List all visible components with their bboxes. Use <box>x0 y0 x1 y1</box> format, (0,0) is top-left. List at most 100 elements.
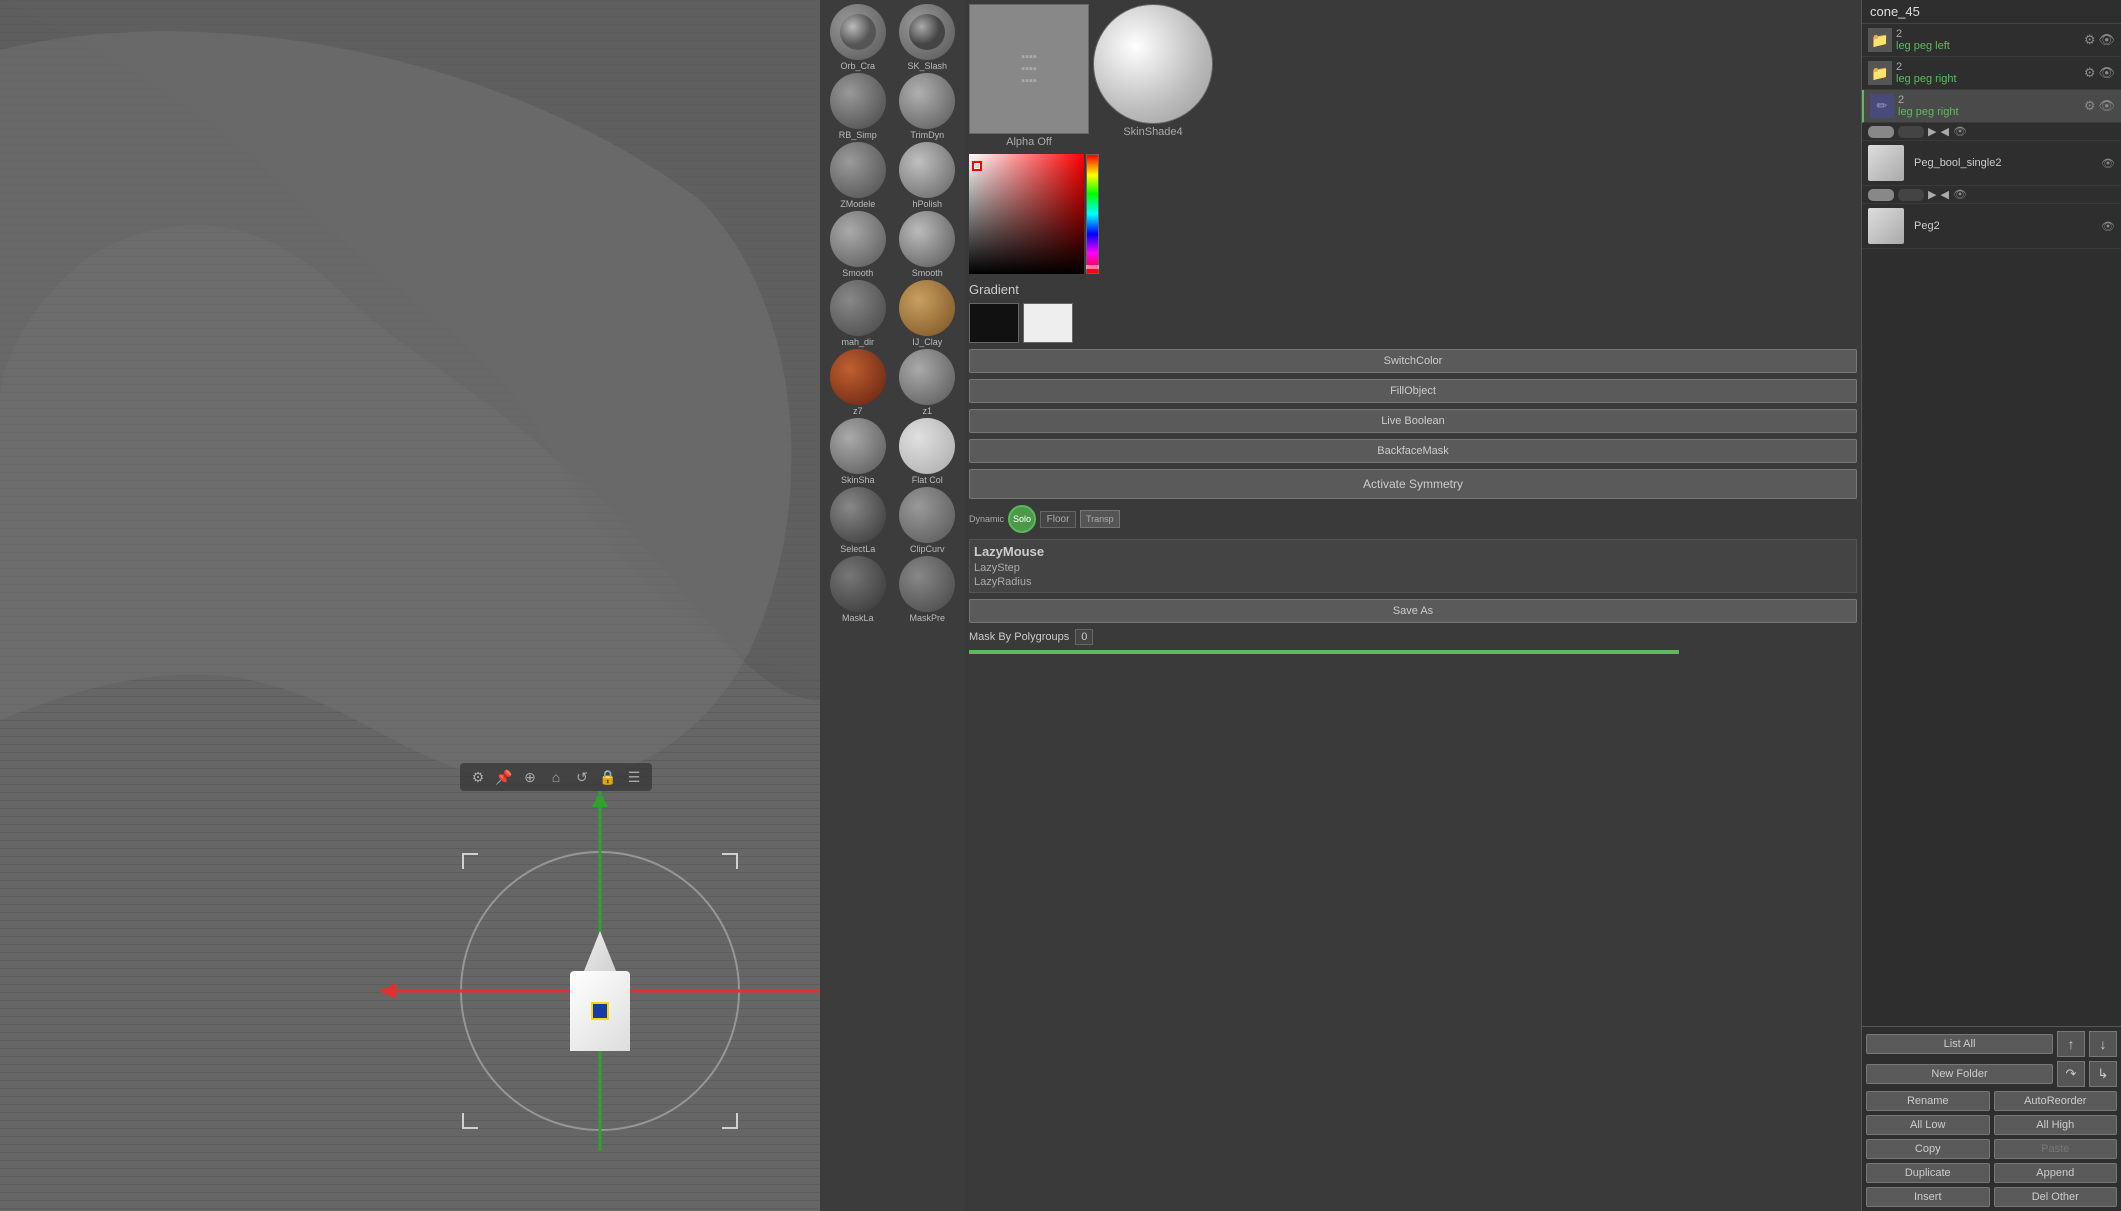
subtool-eye-5[interactable]: 👁 <box>2101 220 2115 233</box>
brush-flat-icon[interactable] <box>899 418 955 474</box>
brush-smooth2[interactable]: Smooth <box>894 211 962 278</box>
brush-maskpre[interactable]: MaskPre <box>894 556 962 623</box>
viewport[interactable]: ⚙ 📌 ⊕ ⌂ ↺ 🔒 ☰ <box>0 0 820 1211</box>
brush-ij[interactable]: IJ_Clay <box>894 280 962 347</box>
brush-selectla[interactable]: SelectLa <box>824 487 892 554</box>
arrow-up-button[interactable]: ↑ <box>2057 1031 2085 1057</box>
brush-trim[interactable]: TrimDyn <box>894 73 962 140</box>
brush-sksha-icon[interactable] <box>830 418 886 474</box>
subtool-eye-1[interactable]: 👁 <box>2098 32 2115 48</box>
list-all-button[interactable]: List All <box>1866 1034 2053 1054</box>
toggle-arrow-3[interactable]: ▶ <box>1928 188 1936 201</box>
fillobject-button[interactable]: FillObject <box>969 379 1857 403</box>
brush-selectla-icon[interactable] <box>830 487 886 543</box>
live-boolean-button[interactable]: Live Boolean <box>969 409 1857 433</box>
brush-clipcurv-icon[interactable] <box>899 487 955 543</box>
brush-mah-icon[interactable] <box>830 280 886 336</box>
subtool-gear-3[interactable]: ⚙ <box>2084 98 2096 114</box>
subtool-leg-peg-left[interactable]: 📁 2 leg peg left ⚙ 👁 <box>1862 24 2121 57</box>
brush-z1[interactable]: z1 <box>894 349 962 416</box>
swatch-black[interactable] <box>969 303 1019 343</box>
backface-mask-button[interactable]: BackfaceMask <box>969 439 1857 463</box>
alpha-preview[interactable]: ▪▪▪▪▪▪▪▪▪▪▪▪ <box>969 4 1089 134</box>
arrow-down-button[interactable]: ↓ <box>2089 1031 2117 1057</box>
brush-mah[interactable]: mah_dir <box>824 280 892 347</box>
brush-z1-icon[interactable] <box>899 349 955 405</box>
mask-polygroups-value[interactable]: 0 <box>1075 629 1093 645</box>
toggle-eye[interactable]: 👁 <box>1953 125 1967 138</box>
all-low-button[interactable]: All Low <box>1866 1115 1990 1135</box>
indent-button[interactable]: ↳ <box>2089 1061 2117 1087</box>
brush-orb[interactable]: Orb_Cra <box>824 4 892 71</box>
brush-smooth1[interactable]: Smooth <box>824 211 892 278</box>
toggle-arrow-4[interactable]: ◀ <box>1940 188 1948 201</box>
brush-smooth1-icon[interactable] <box>830 211 886 267</box>
subtool-eye-3[interactable]: 👁 <box>2098 98 2115 114</box>
brush-clipcurv[interactable]: ClipCurv <box>894 487 962 554</box>
switchcolor-button[interactable]: SwitchColor <box>969 349 1857 373</box>
toggle-arrow-2[interactable]: ◀ <box>1940 125 1948 138</box>
settings-icon[interactable]: ⚙ <box>468 767 488 787</box>
rename-button[interactable]: Rename <box>1866 1091 1990 1111</box>
brush-zmodel-icon[interactable] <box>830 142 886 198</box>
brush-z7[interactable]: z7 <box>824 349 892 416</box>
pin-icon[interactable]: 📌 <box>494 767 514 787</box>
brush-rb[interactable]: RB_Simp <box>824 73 892 140</box>
save-as-button[interactable]: Save As <box>969 599 1857 623</box>
location-icon[interactable]: ⊕ <box>520 767 540 787</box>
subtool-peg-bool[interactable]: Peg_bool_single2 👁 <box>1862 141 2121 186</box>
forward-button[interactable]: ↷ <box>2057 1061 2085 1087</box>
menu-icon[interactable]: ☰ <box>624 767 644 787</box>
undo-icon[interactable]: ↺ <box>572 767 592 787</box>
brush-flat[interactable]: Flat Col <box>894 418 962 485</box>
subtool-eye-2[interactable]: 👁 <box>2098 65 2115 81</box>
hue-slider[interactable] <box>1086 154 1099 274</box>
brush-zmodel[interactable]: ZModele <box>824 142 892 209</box>
brush-maskla-icon[interactable] <box>830 556 886 612</box>
brush-ij-icon[interactable] <box>899 280 955 336</box>
toggle-1[interactable] <box>1868 126 1894 138</box>
brush-maskpre-icon[interactable] <box>899 556 955 612</box>
floor-button[interactable]: Floor <box>1040 511 1076 528</box>
toggle-arrow-1[interactable]: ▶ <box>1928 125 1936 138</box>
brush-maskla[interactable]: MaskLa <box>824 556 892 623</box>
mask-slider[interactable] <box>969 650 1679 654</box>
paste-button[interactable]: Paste <box>1994 1139 2118 1159</box>
all-high-button[interactable]: All High <box>1994 1115 2118 1135</box>
subtool-leg-peg-right-2[interactable]: ✏ 2 leg peg right ⚙ 👁 <box>1862 90 2121 123</box>
subtool-gear-2[interactable]: ⚙ <box>2084 65 2096 81</box>
brush-sksha[interactable]: SkinSha <box>824 418 892 485</box>
toggle-3[interactable] <box>1868 189 1894 201</box>
brush-smooth2-icon[interactable] <box>899 211 955 267</box>
swatch-white[interactable] <box>1023 303 1073 343</box>
duplicate-button[interactable]: Duplicate <box>1866 1163 1990 1183</box>
subtool-gear-1[interactable]: ⚙ <box>2084 32 2096 48</box>
toggle-eye2[interactable]: 👁 <box>1953 188 1967 201</box>
new-folder-button[interactable]: New Folder <box>1866 1064 2053 1084</box>
color-picker[interactable] <box>969 154 1099 274</box>
lock-icon[interactable]: 🔒 <box>598 767 618 787</box>
toggle-2[interactable] <box>1898 126 1924 138</box>
home-icon[interactable]: ⌂ <box>546 767 566 787</box>
brush-hpolish-icon[interactable] <box>899 142 955 198</box>
subtool-leg-peg-right-1[interactable]: 📁 2 leg peg right ⚙ 👁 <box>1862 57 2121 90</box>
material-sphere[interactable] <box>1093 4 1213 124</box>
insert-button[interactable]: Insert <box>1866 1187 1990 1207</box>
subtool-peg2[interactable]: Peg2 👁 <box>1862 204 2121 249</box>
brush-sk[interactable]: SK_Slash <box>894 4 962 71</box>
brush-z7-icon[interactable] <box>830 349 886 405</box>
activate-symmetry-button[interactable]: Activate Symmetry <box>969 469 1857 499</box>
brush-rb-icon[interactable] <box>830 73 886 129</box>
append-button[interactable]: Append <box>1994 1163 2118 1183</box>
solo-button[interactable]: Solo <box>1008 505 1036 533</box>
toggle-4[interactable] <box>1898 189 1924 201</box>
color-gradient-area[interactable] <box>969 154 1084 274</box>
transp-button[interactable]: Transp <box>1080 510 1120 528</box>
gizmo[interactable] <box>460 851 740 1131</box>
del-other-button[interactable]: Del Other <box>1994 1187 2118 1207</box>
brush-sk-icon[interactable] <box>899 4 955 60</box>
auto-reorder-button[interactable]: AutoReorder <box>1994 1091 2118 1111</box>
brush-orb-icon[interactable] <box>830 4 886 60</box>
subtool-eye-4[interactable]: 👁 <box>2101 157 2115 170</box>
brush-hpolish[interactable]: hPolish <box>894 142 962 209</box>
